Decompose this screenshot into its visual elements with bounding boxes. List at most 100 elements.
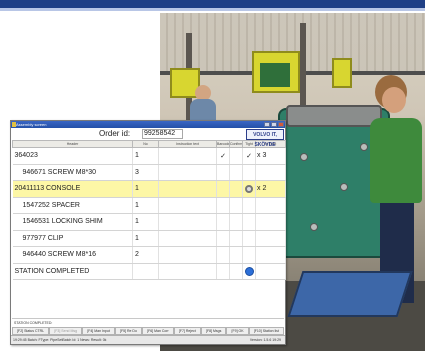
title-bar: Assembly screen	[11, 121, 285, 128]
col-confirm[interactable]: Confirm	[229, 140, 243, 148]
in-tight-cell	[255, 164, 286, 181]
close-icon[interactable]	[278, 122, 284, 127]
table-row[interactable]: 977977 CLIP 1	[12, 230, 286, 247]
col-instruction[interactable]: Instruction text	[158, 140, 217, 148]
maximize-icon[interactable]	[271, 122, 277, 127]
in-tight-cell	[255, 263, 286, 280]
pallet	[287, 271, 413, 317]
table-header-row: Header No Instruction text Barcode Confi…	[12, 140, 286, 148]
row-header: STATION COMPLETED	[12, 263, 133, 280]
row-header: 946440 SCREW M8*16	[12, 246, 133, 264]
order-id-field[interactable]: 99258542	[142, 129, 183, 139]
row-no: 1	[132, 197, 159, 214]
row-header: 1546531 LOCKING SHIM	[12, 213, 133, 231]
in-tight-cell	[255, 230, 286, 247]
minimize-icon[interactable]	[264, 122, 270, 127]
yellow-machine	[332, 58, 352, 88]
col-header[interactable]: Header	[12, 140, 133, 148]
window-controls	[264, 122, 284, 127]
col-barcode[interactable]: Barcode	[216, 140, 230, 148]
worker-body	[370, 118, 422, 203]
spinner-icon	[245, 184, 253, 193]
row-instruction	[158, 213, 217, 231]
check-icon: ✓	[216, 147, 230, 165]
header-band	[0, 0, 425, 8]
blue-dot-icon	[244, 266, 254, 276]
barcode-cell	[216, 246, 230, 264]
barcode-cell	[216, 164, 230, 181]
row-header: 946671 SCREW M8*30	[12, 164, 133, 181]
in-tight-cell	[255, 213, 286, 231]
row-instruction	[158, 246, 217, 264]
confirm-cell	[229, 147, 243, 165]
bolt	[300, 153, 308, 161]
tighten-count: x 2	[255, 180, 286, 198]
tight-cell	[242, 246, 256, 264]
row-no: 2	[132, 246, 159, 264]
row-header: 20411113 CONSOLE	[12, 180, 133, 198]
table-row[interactable]: 364023 1 ✓ ✓ x 3	[12, 147, 286, 165]
station-status: STATION COMPLETED:	[12, 318, 284, 327]
row-no	[132, 263, 159, 280]
tight-cell	[242, 197, 256, 214]
confirm-cell	[229, 246, 243, 264]
confirm-cell	[229, 164, 243, 181]
order-label: Order id:	[99, 129, 131, 138]
msgs-button[interactable]: [F8] Msgs	[200, 327, 227, 335]
tight-cell	[242, 164, 256, 181]
assembly-table: Header No Instruction text Barcode Confi…	[12, 140, 286, 280]
order-row: Order id: 99258542 VOLVO IT, SKÖVDE	[11, 128, 285, 148]
row-no: 1	[132, 230, 159, 247]
table-row[interactable]: 1547252 SPACER 1	[12, 197, 286, 214]
barcode-cell	[216, 180, 230, 198]
row-header: 977977 CLIP	[12, 230, 133, 247]
company-logo: VOLVO IT, SKÖVDE	[246, 129, 284, 148]
man-input-button[interactable]: [F4] Man Input	[82, 327, 115, 335]
window-title: Assembly screen	[16, 122, 47, 127]
confirm-cell	[229, 197, 243, 214]
tight-cell	[242, 180, 256, 198]
row-instruction	[158, 263, 217, 280]
version-label: Version: 1.5.6 19:29	[249, 338, 281, 342]
row-instruction	[158, 180, 217, 198]
ok-button[interactable]: [F9] OK	[226, 327, 249, 335]
bolt	[360, 143, 368, 151]
station-list-button[interactable]: [F10] Station list	[248, 327, 284, 335]
tight-cell	[242, 263, 256, 280]
table-row[interactable]: 1546531 LOCKING SHIM 1	[12, 213, 286, 231]
barcode-cell	[216, 263, 230, 280]
row-instruction	[158, 197, 217, 214]
man-corr-button[interactable]: [F6] Man Corr	[142, 327, 174, 335]
col-no[interactable]: No	[132, 140, 159, 148]
table-row[interactable]: 946440 SCREW M8*16 2	[12, 246, 286, 264]
send-msg-button[interactable]: [F3] Send Msg	[49, 327, 83, 335]
machine-panel	[260, 63, 290, 87]
engine-head	[286, 105, 382, 127]
confirm-cell	[229, 230, 243, 247]
redo-button[interactable]: [F5] Re Do	[114, 327, 143, 335]
worker-head	[382, 87, 406, 113]
confirm-cell	[229, 213, 243, 231]
tight-cell	[242, 213, 256, 231]
reject-button[interactable]: [F7] Reject	[173, 327, 201, 335]
app-icon	[12, 122, 16, 127]
in-tight-cell	[255, 246, 286, 264]
confirm-cell	[229, 180, 243, 198]
status-ctrl-button[interactable]: [F2] Status CTRL	[12, 327, 50, 335]
barcode-cell	[216, 230, 230, 247]
bolt	[310, 223, 318, 231]
table-row[interactable]: 946671 SCREW M8*30 3	[12, 164, 286, 181]
row-instruction	[158, 230, 217, 247]
bolt	[340, 183, 348, 191]
row-instruction	[158, 147, 217, 165]
row-no: 1	[132, 180, 159, 198]
tight-cell	[242, 230, 256, 247]
table-row[interactable]: STATION COMPLETED	[12, 263, 286, 280]
confirm-cell	[229, 263, 243, 280]
row-instruction	[158, 164, 217, 181]
row-no: 1	[132, 147, 159, 165]
row-no: 3	[132, 164, 159, 181]
barcode-cell	[216, 213, 230, 231]
status-bar-text: 19:29:45 Batch: FType: PipeSetBatch Id: …	[13, 338, 107, 342]
table-row-active[interactable]: 20411113 CONSOLE 1 x 2	[12, 180, 286, 198]
